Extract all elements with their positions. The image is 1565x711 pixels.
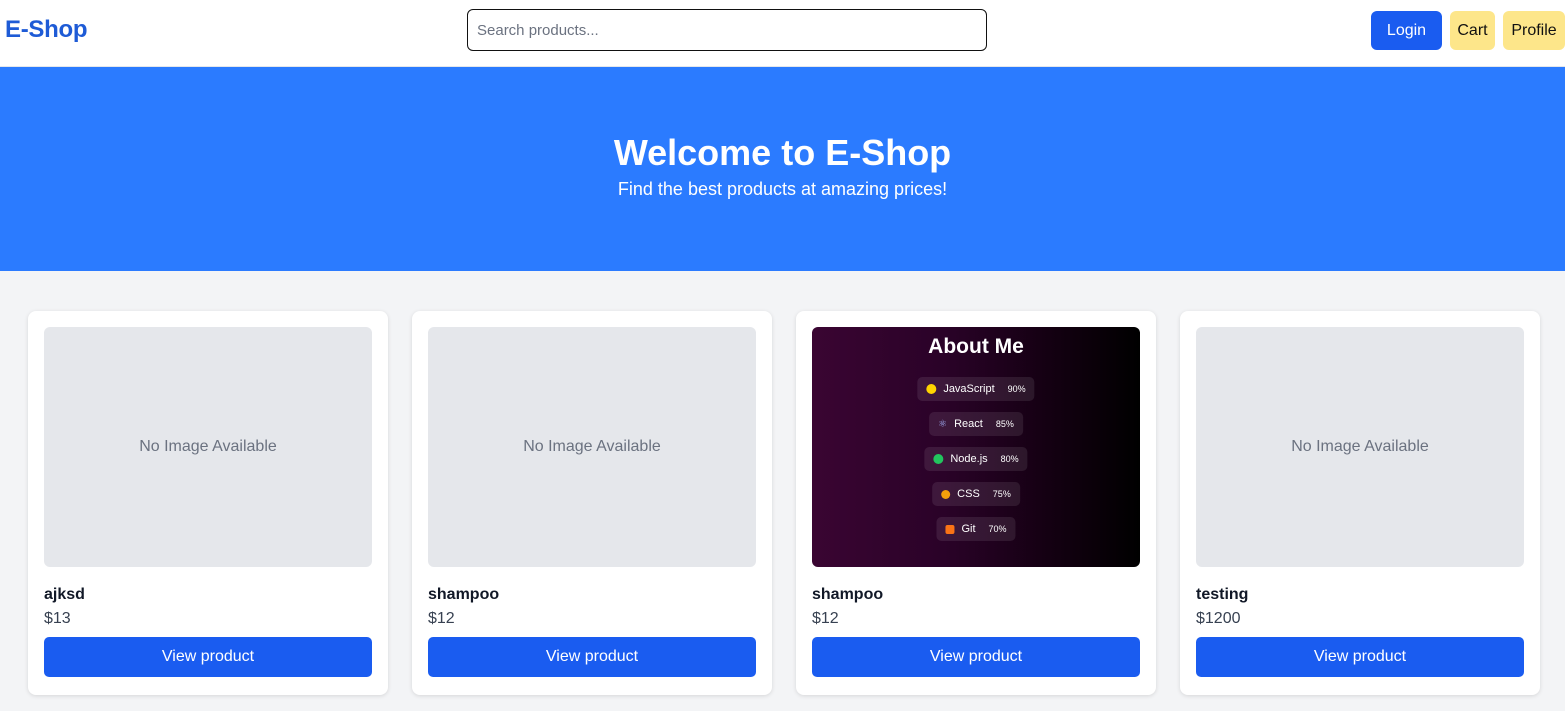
skill-percent: 70% [988, 524, 1007, 534]
product-card: No Image Available testing $1200 View pr… [1180, 311, 1540, 695]
skill-chip: Git 70% [936, 517, 1016, 541]
react-icon: ⚛ [938, 418, 948, 430]
hero-subtitle: Find the best products at amazing prices… [617, 179, 948, 199]
product-name: testing [1196, 586, 1249, 603]
skill-name: JavaScript [943, 383, 995, 395]
no-image-text: No Image Available [1291, 438, 1429, 455]
profile-button[interactable]: Profile [1503, 11, 1565, 50]
skill-chip: ⚛ React 85% [929, 412, 1023, 436]
skill-name: React [954, 418, 983, 430]
product-name: ajksd [44, 586, 85, 603]
skill-chip: Node.js 80% [924, 447, 1028, 471]
product-grid: No Image Available ajksd $13 View produc… [0, 271, 1565, 711]
fox-icon [945, 524, 955, 534]
skill-percent: 85% [995, 419, 1014, 429]
skill-name: CSS [957, 488, 980, 500]
view-product-button[interactable]: View product [1196, 637, 1524, 677]
product-name: shampoo [428, 586, 500, 603]
navbar: E-Shop Login Cart Profile [0, 0, 1565, 67]
skill-chip: CSS 75% [932, 482, 1020, 506]
product-price: $12 [428, 610, 455, 627]
hero-title: Welcome to E-Shop [613, 132, 952, 173]
skill-percent: 90% [1007, 384, 1026, 394]
product-image-placeholder: No Image Available [428, 327, 756, 567]
product-image-placeholder: No Image Available [1196, 327, 1524, 567]
cart-button[interactable]: Cart [1450, 11, 1495, 50]
view-product-button[interactable]: View product [428, 637, 756, 677]
skill-chip: JavaScript 90% [917, 377, 1035, 401]
hero-banner: Welcome to E-Shop Find the best products… [0, 67, 1565, 271]
no-image-text: No Image Available [139, 438, 277, 455]
skill-name: Node.js [950, 453, 988, 465]
product-card: No Image Available shampoo $12 View prod… [412, 311, 772, 695]
view-product-button[interactable]: View product [812, 637, 1140, 677]
green-dot-icon [933, 454, 944, 464]
product-image: About Me JavaScript 90% ⚛ React 85% Node… [812, 327, 1140, 567]
product-card: No Image Available ajksd $13 View produc… [28, 311, 388, 695]
logo[interactable]: E-Shop [5, 16, 88, 44]
skill-percent: 75% [992, 489, 1011, 499]
image-title: About Me [928, 335, 1024, 358]
login-button[interactable]: Login [1371, 11, 1442, 50]
search-input[interactable] [467, 9, 987, 51]
product-name: shampoo [812, 586, 884, 603]
product-image-placeholder: No Image Available [44, 327, 372, 567]
product-price: $1200 [1196, 610, 1241, 627]
view-product-button[interactable]: View product [44, 637, 372, 677]
skill-percent: 80% [1000, 454, 1019, 464]
product-price: $13 [44, 610, 71, 627]
product-card: About Me JavaScript 90% ⚛ React 85% Node… [796, 311, 1156, 695]
product-price: $12 [812, 610, 839, 627]
no-image-text: No Image Available [523, 438, 661, 455]
palette-icon [941, 489, 951, 499]
skill-name: Git [961, 523, 976, 535]
yellow-dot-icon [926, 384, 937, 394]
